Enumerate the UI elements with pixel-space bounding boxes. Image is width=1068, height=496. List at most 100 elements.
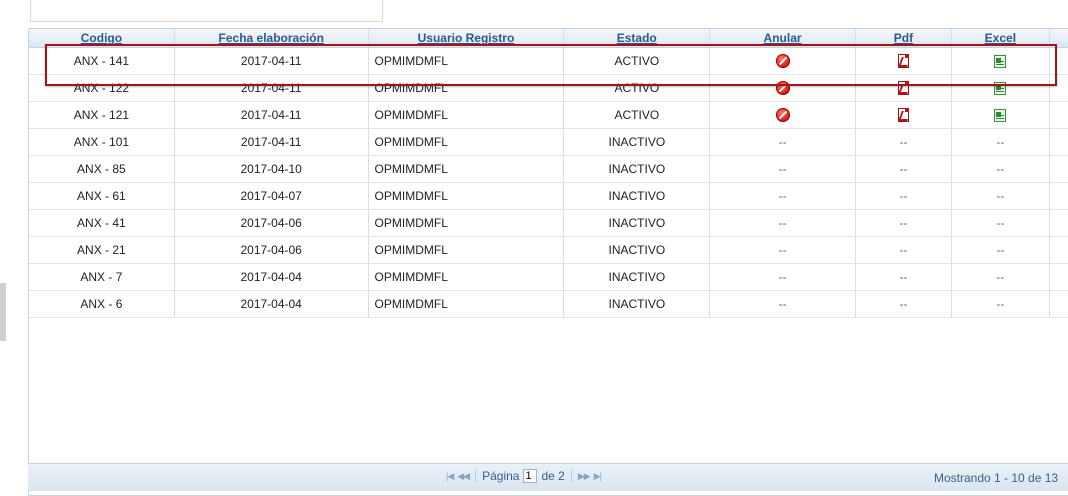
cell-anular: -- [710, 237, 857, 263]
cell-pdf: -- [856, 156, 952, 182]
table-row[interactable]: ANX - 121 2017-04-11 OPMIMDMFL ACTIVO [29, 102, 1068, 129]
table-row[interactable]: ANX - 141 2017-04-11 OPMIMDMFL ACTIVO [29, 48, 1068, 75]
cell-usuario: OPMIMDMFL [369, 75, 565, 101]
cell-excel: -- [952, 291, 1050, 317]
no-action-dash: -- [778, 297, 787, 311]
cell-pdf: -- [856, 237, 952, 263]
page-number-input[interactable] [523, 469, 538, 483]
excel-file-icon[interactable] [994, 108, 1007, 122]
column-header-usuario[interactable]: Usuario Registro [369, 29, 565, 47]
excel-file-icon[interactable] [994, 81, 1007, 95]
cell-estado: INACTIVO [564, 183, 711, 209]
cell-codigo: ANX - 6 [29, 291, 175, 317]
cell-usuario: OPMIMDMFL [369, 210, 565, 236]
column-header-fecha[interactable]: Fecha elaboración [175, 29, 369, 47]
cell-fecha: 2017-04-10 [175, 156, 369, 182]
table-row[interactable]: ANX - 61 2017-04-07 OPMIMDMFL INACTIVO -- -- -… [29, 183, 1068, 210]
pdf-file-icon[interactable] [898, 54, 910, 68]
no-action-dash: -- [778, 243, 787, 257]
no-action-dash: -- [778, 189, 787, 203]
cell-anular: -- [710, 291, 857, 317]
first-page-icon[interactable]: |◀ [446, 471, 454, 482]
pdf-file-icon[interactable] [898, 108, 910, 122]
cell-usuario: OPMIMDMFL [369, 156, 565, 182]
cell-anular: -- [710, 156, 857, 182]
next-page-icon[interactable]: ▶▶ [578, 471, 591, 482]
cell-pdf [856, 48, 952, 74]
cancel-circle-icon[interactable] [775, 81, 790, 95]
no-action-dash: -- [899, 297, 908, 311]
cell-fecha: 2017-04-11 [175, 48, 369, 74]
table-row[interactable]: ANX - 85 2017-04-10 OPMIMDMFL INACTIVO -- -- -… [29, 156, 1068, 183]
pager-nav: |◀ ◀◀ Página de 2 ▶▶ ▶| [446, 469, 602, 483]
cell-pdf: -- [856, 210, 952, 236]
cell-fecha: 2017-04-07 [175, 183, 369, 209]
cell-spacer [1050, 264, 1068, 290]
cell-fecha: 2017-04-06 [175, 210, 369, 236]
cell-usuario: OPMIMDMFL [369, 129, 565, 155]
cell-usuario: OPMIMDMFL [369, 48, 565, 74]
table-row[interactable]: ANX - 6 2017-04-04 OPMIMDMFL INACTIVO -- -- -- [29, 291, 1068, 318]
cell-excel: -- [952, 183, 1050, 209]
pager-status: Mostrando 1 - 10 de 13 [934, 471, 1059, 485]
prev-page-icon[interactable]: ◀◀ [457, 471, 470, 482]
page-label: Página [482, 469, 520, 483]
cell-spacer [1050, 183, 1068, 209]
cell-estado: ACTIVO [564, 102, 711, 128]
cell-pdf: -- [856, 183, 952, 209]
cell-estado: INACTIVO [564, 264, 711, 290]
column-header-pdf[interactable]: Pdf [856, 29, 952, 47]
table-row[interactable]: ANX - 122 2017-04-11 OPMIMDMFL ACTIVO [29, 75, 1068, 102]
cancel-circle-icon[interactable] [775, 108, 790, 122]
table-row[interactable]: ANX - 41 2017-04-06 OPMIMDMFL INACTIVO -- -- -… [29, 210, 1068, 237]
annex-grid: Codigo Fecha elaboración Usuario Registr… [28, 28, 1068, 496]
cell-spacer [1050, 48, 1068, 74]
cell-excel: -- [952, 129, 1050, 155]
pager-separator [475, 469, 477, 483]
pdf-file-icon[interactable] [898, 81, 910, 95]
cell-estado: ACTIVO [564, 75, 711, 101]
no-action-dash: -- [996, 135, 1005, 149]
cell-anular [710, 75, 857, 101]
no-action-dash: -- [899, 270, 908, 284]
column-header-anular[interactable]: Anular [710, 29, 856, 47]
left-scroll-handle [0, 283, 6, 341]
cell-excel [952, 75, 1050, 101]
cell-pdf: -- [856, 129, 952, 155]
table-row[interactable]: ANX - 101 2017-04-11 OPMIMDMFL INACTIVO -- --… [29, 129, 1068, 156]
cell-pdf: -- [856, 291, 952, 317]
cell-codigo: ANX - 41 [29, 210, 175, 236]
excel-file-icon[interactable] [994, 54, 1007, 68]
cell-usuario: OPMIMDMFL [369, 183, 565, 209]
cell-spacer [1050, 156, 1068, 182]
cell-estado: INACTIVO [564, 291, 711, 317]
pager-bar: |◀ ◀◀ Página de 2 ▶▶ ▶| Mostrando 1 - 10… [28, 463, 1068, 491]
column-header-codigo[interactable]: Codigo [29, 29, 175, 47]
cell-estado: INACTIVO [564, 210, 711, 236]
cell-codigo: ANX - 85 [29, 156, 175, 182]
no-action-dash: -- [996, 270, 1005, 284]
top-panel-edge [30, 0, 383, 22]
table-row[interactable]: ANX - 21 2017-04-06 OPMIMDMFL INACTIVO -- -- -… [29, 237, 1068, 264]
column-header-estado[interactable]: Estado [564, 29, 711, 47]
no-action-dash: -- [899, 216, 908, 230]
cell-spacer [1050, 75, 1068, 101]
cell-estado: INACTIVO [564, 129, 711, 155]
cell-codigo: ANX - 122 [29, 75, 175, 101]
table-row[interactable]: ANX - 7 2017-04-04 OPMIMDMFL INACTIVO -- -- -- [29, 264, 1068, 291]
cell-spacer [1050, 210, 1068, 236]
column-header-excel[interactable]: Excel [952, 29, 1050, 47]
no-action-dash: -- [996, 243, 1005, 257]
cell-codigo: ANX - 141 [29, 48, 175, 74]
cell-spacer [1050, 291, 1068, 317]
cell-anular: -- [710, 264, 857, 290]
cell-spacer [1050, 237, 1068, 263]
cell-codigo: ANX - 61 [29, 183, 175, 209]
cell-codigo: ANX - 101 [29, 129, 175, 155]
cancel-circle-icon[interactable] [775, 54, 790, 68]
no-action-dash: -- [778, 216, 787, 230]
page-total-label: de 2 [541, 469, 565, 483]
cell-excel [952, 102, 1050, 128]
last-page-icon[interactable]: ▶| [594, 471, 602, 482]
cell-fecha: 2017-04-06 [175, 237, 369, 263]
